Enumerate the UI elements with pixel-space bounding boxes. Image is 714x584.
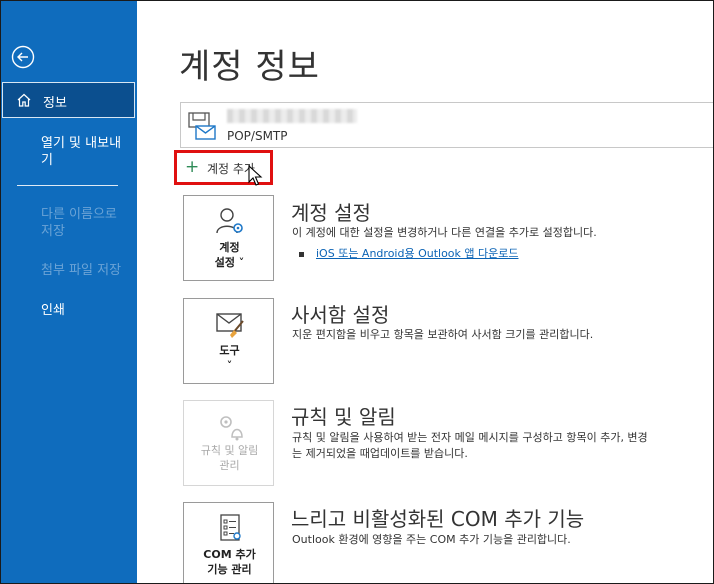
com-addins-desc: Outlook 환경에 영향을 주는 COM 추가 기능을 관리합니다. <box>292 533 571 546</box>
com-addins-button[interactable]: COM 추가 기능 관리 <box>183 502 274 583</box>
rules-alerts-title: 규칙 및 알림 <box>291 405 396 429</box>
rules-alerts-desc-line2: 는 제거되었을 때업데이트를 받습니다. <box>292 447 468 460</box>
sidebar-item-save-attachments[interactable]: 첨부 파일 저장 <box>41 262 129 279</box>
sidebar-item-label: 정보 <box>43 96 67 111</box>
mailbox-tools-icon <box>216 313 244 338</box>
mailbox-settings-desc: 지운 편지함을 비우고 항목을 보관하여 사서함 크기를 관리합니다. <box>292 328 594 341</box>
mail-account-icon <box>188 112 216 140</box>
mailbox-tools-button[interactable]: 도구 ˅ <box>183 298 274 384</box>
mailbox-settings-title: 사서함 설정 <box>291 303 390 327</box>
backstage-sidebar: 정보 열기 및 내보내기 다른 이름으로 저장 첨부 파일 저장 인쇄 <box>1 1 137 583</box>
sidebar-item-save-as[interactable]: 다른 이름으로 저장 <box>41 206 129 240</box>
sidebar-item-info[interactable]: 정보 <box>2 82 135 118</box>
back-arrow-icon[interactable] <box>11 45 35 69</box>
account-email-redacted <box>227 109 357 123</box>
account-settings-button[interactable]: 계정 설정 ˅ <box>183 195 274 281</box>
rules-alerts-button[interactable]: 규칙 및 알림 관리 <box>183 400 274 486</box>
plus-icon: + <box>185 157 200 177</box>
com-addins-title: 느리고 비활성화된 COM 추가 기능 <box>291 507 585 531</box>
account-type: POP/SMTP <box>227 129 288 143</box>
rules-alerts-desc-line1: 규칙 및 알림을 사용하여 받는 전자 메일 메시지를 구성하고 항목이 추가,… <box>292 431 648 444</box>
page-title: 계정 정보 <box>179 47 320 87</box>
bullet <box>299 251 304 257</box>
sidebar-item-print[interactable]: 인쇄 <box>41 302 129 319</box>
download-app-link[interactable]: iOS 또는 Android용 Outlook 앱 다운로드 <box>316 247 519 260</box>
sidebar-divider <box>17 185 118 186</box>
outlook-backstage: 정보 열기 및 내보내기 다른 이름으로 저장 첨부 파일 저장 인쇄 계정 정… <box>1 1 713 583</box>
rules-alerts-icon <box>220 416 243 441</box>
account-selector[interactable]: POP/SMTP <box>180 102 713 148</box>
tile-label: 계정 설정 ˅ <box>214 241 245 269</box>
mouse-pointer-icon <box>248 165 263 186</box>
download-app-link-row: iOS 또는 Android용 Outlook 앱 다운로드 <box>299 245 519 261</box>
sidebar-item-open-export[interactable]: 열기 및 내보내기 <box>41 135 129 169</box>
account-settings-icon <box>216 208 243 234</box>
account-settings-desc: 이 계정에 대한 설정을 변경하거나 다른 연결을 추가로 설정합니다. <box>292 226 597 239</box>
com-addins-icon <box>220 514 241 541</box>
tile-label: 도구 ˅ <box>219 344 240 372</box>
tile-label: COM 추가 기능 관리 <box>203 548 256 576</box>
tile-label: 규칙 및 알림 관리 <box>200 444 259 472</box>
account-settings-title: 계정 설정 <box>291 201 371 225</box>
home-icon <box>17 93 31 107</box>
